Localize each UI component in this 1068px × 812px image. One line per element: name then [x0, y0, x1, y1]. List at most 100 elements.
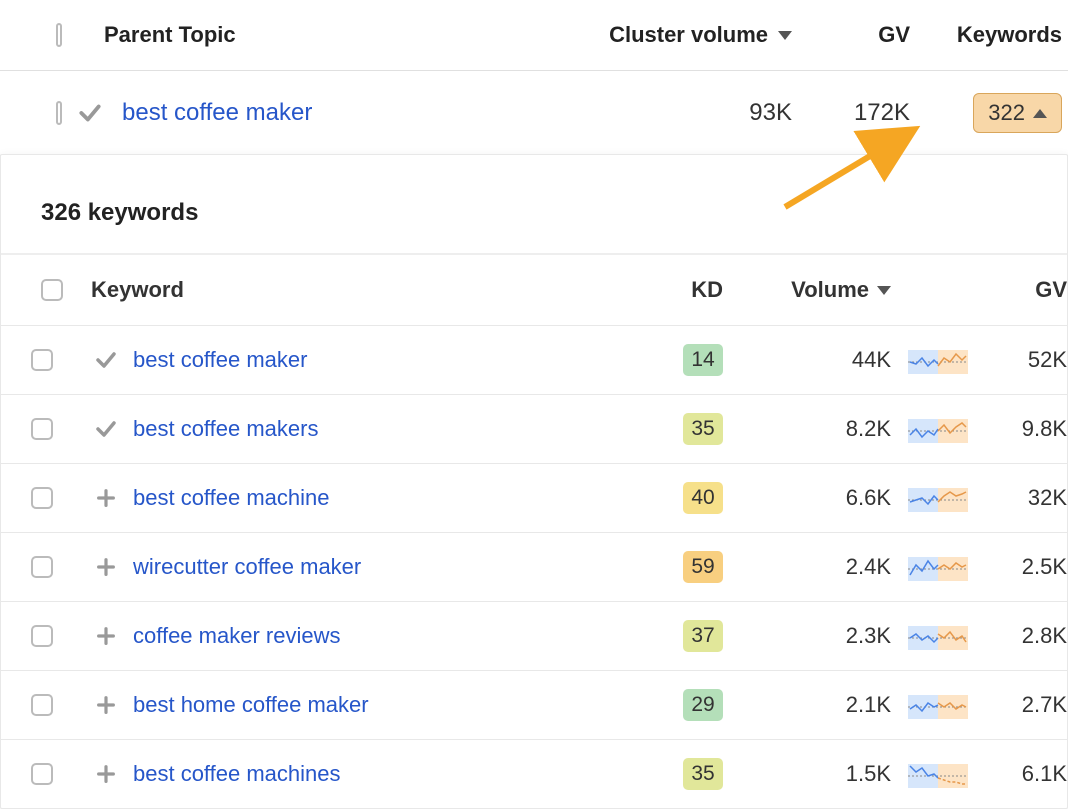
keyword-row-checkbox[interactable] [31, 487, 53, 509]
keywords-table-header: Keyword KD Volume GV [1, 253, 1067, 325]
header-parent-topic[interactable]: Parent Topic [62, 22, 570, 48]
kd-badge: 29 [683, 689, 723, 721]
gv-value: 32K [1028, 485, 1067, 510]
triangle-up-icon [1033, 109, 1047, 118]
header-keywords[interactable]: Keywords [910, 22, 1068, 48]
volume-value: 2.4K [846, 554, 891, 580]
keyword-row-checkbox-cell [1, 625, 83, 647]
kd-badge: 59 [683, 551, 723, 583]
keyword-row-status [83, 348, 129, 372]
keyword-row-checkbox[interactable] [31, 694, 53, 716]
volume-value: 1.5K [846, 761, 891, 787]
parent-topic-link[interactable]: best coffee maker [122, 99, 312, 126]
plus-icon[interactable] [95, 625, 117, 647]
keyword-row-status [83, 625, 129, 647]
keyword-row-checkbox[interactable] [31, 556, 53, 578]
keyword-row: wirecutter coffee maker 59 2.4K 2.5K [1, 532, 1067, 601]
plus-icon[interactable] [95, 487, 117, 509]
keyword-row: best coffee makers 35 8.2K 9.8K [1, 394, 1067, 463]
header-cluster-volume-label: Cluster volume [609, 22, 768, 48]
kheader-volume[interactable]: Volume [725, 277, 895, 303]
trend-sparkline [895, 758, 981, 790]
volume-value: 8.2K [846, 416, 891, 442]
checkmark-icon [94, 348, 118, 372]
parent-table-header: Parent Topic Cluster volume GV Keywords [0, 0, 1068, 71]
keyword-link[interactable]: best coffee maker [133, 347, 307, 372]
keyword-row: coffee maker reviews 37 2.3K 2.8K [1, 601, 1067, 670]
keyword-row-status [83, 487, 129, 509]
keyword-link[interactable]: wirecutter coffee maker [133, 554, 361, 579]
trend-sparkline [895, 551, 981, 583]
volume-value: 2.1K [846, 692, 891, 718]
header-checkbox-cell [0, 23, 62, 47]
keyword-row: best coffee machine 40 6.6K 32K [1, 463, 1067, 532]
keyword-row-checkbox-cell [1, 349, 83, 371]
volume-value: 44K [852, 347, 891, 373]
gv-value: 6.1K [1022, 761, 1067, 786]
plus-icon[interactable] [95, 694, 117, 716]
gv-value: 2.8K [1022, 623, 1067, 648]
volume-value: 6.6K [846, 485, 891, 511]
keyword-row-checkbox-cell [1, 418, 83, 440]
keyword-row-checkbox[interactable] [31, 763, 53, 785]
kheader-volume-label: Volume [791, 277, 869, 303]
kheader-kd[interactable]: KD [645, 277, 725, 303]
row-checkbox-cell [0, 101, 62, 125]
keywords-panel: 326 keywords Keyword KD Volume GV best c… [0, 154, 1068, 809]
sort-desc-icon [778, 31, 792, 40]
keyword-row-checkbox[interactable] [31, 418, 53, 440]
keyword-link[interactable]: coffee maker reviews [133, 623, 340, 648]
kd-badge: 35 [683, 758, 723, 790]
trend-sparkline [895, 344, 981, 376]
keyword-row-checkbox-cell [1, 763, 83, 785]
keyword-row-status [83, 417, 129, 441]
cluster-volume-value: 93K [749, 99, 792, 127]
keyword-link[interactable]: best home coffee maker [133, 692, 369, 717]
kd-badge: 14 [683, 344, 723, 376]
gv-value: 52K [1028, 347, 1067, 372]
trend-sparkline [895, 620, 981, 652]
keyword-row-checkbox[interactable] [31, 349, 53, 371]
keyword-row-status [83, 556, 129, 578]
kd-badge: 35 [683, 413, 723, 445]
keywords-select-all-checkbox[interactable] [41, 279, 63, 301]
kheader-checkbox-cell [1, 279, 83, 301]
sort-desc-icon [877, 286, 891, 295]
kd-badge: 40 [683, 482, 723, 514]
checkmark-icon [94, 417, 118, 441]
keywords-count: 322 [988, 100, 1025, 126]
kd-badge: 37 [683, 620, 723, 652]
keyword-row-checkbox-cell [1, 556, 83, 578]
kheader-keyword[interactable]: Keyword [83, 277, 645, 303]
keyword-row-checkbox-cell [1, 487, 83, 509]
parent-topic-row: best coffee maker 93K 172K 322 [0, 71, 1068, 156]
keyword-link[interactable]: best coffee machine [133, 485, 330, 510]
keyword-link[interactable]: best coffee makers [133, 416, 318, 441]
trend-sparkline [895, 689, 981, 721]
trend-sparkline [895, 413, 981, 445]
keyword-row: best home coffee maker 29 2.1K 2.7K [1, 670, 1067, 739]
plus-icon[interactable] [95, 763, 117, 785]
keyword-row-status [83, 694, 129, 716]
volume-value: 2.3K [846, 623, 891, 649]
keyword-row-checkbox[interactable] [31, 625, 53, 647]
panel-title: 326 keywords [1, 155, 1067, 253]
checkmark-icon [77, 100, 103, 126]
header-gv[interactable]: GV [800, 22, 910, 48]
plus-icon[interactable] [95, 556, 117, 578]
parent-topic-table: Parent Topic Cluster volume GV Keywords … [0, 0, 1068, 156]
kheader-gv[interactable]: GV [981, 277, 1067, 303]
gv-value: 172K [854, 99, 910, 126]
keyword-row-checkbox-cell [1, 694, 83, 716]
gv-value: 2.7K [1022, 692, 1067, 717]
keyword-row-status [83, 763, 129, 785]
keyword-row: best coffee maker 14 44K 52K [1, 325, 1067, 394]
trend-sparkline [895, 482, 981, 514]
gv-value: 9.8K [1022, 416, 1067, 441]
keyword-link[interactable]: best coffee machines [133, 761, 341, 786]
header-cluster-volume[interactable]: Cluster volume [570, 22, 800, 48]
keywords-expand-button[interactable]: 322 [973, 93, 1062, 133]
gv-value: 2.5K [1022, 554, 1067, 579]
row-status [62, 100, 118, 126]
keyword-row: best coffee machines 35 1.5K 6.1K [1, 739, 1067, 808]
